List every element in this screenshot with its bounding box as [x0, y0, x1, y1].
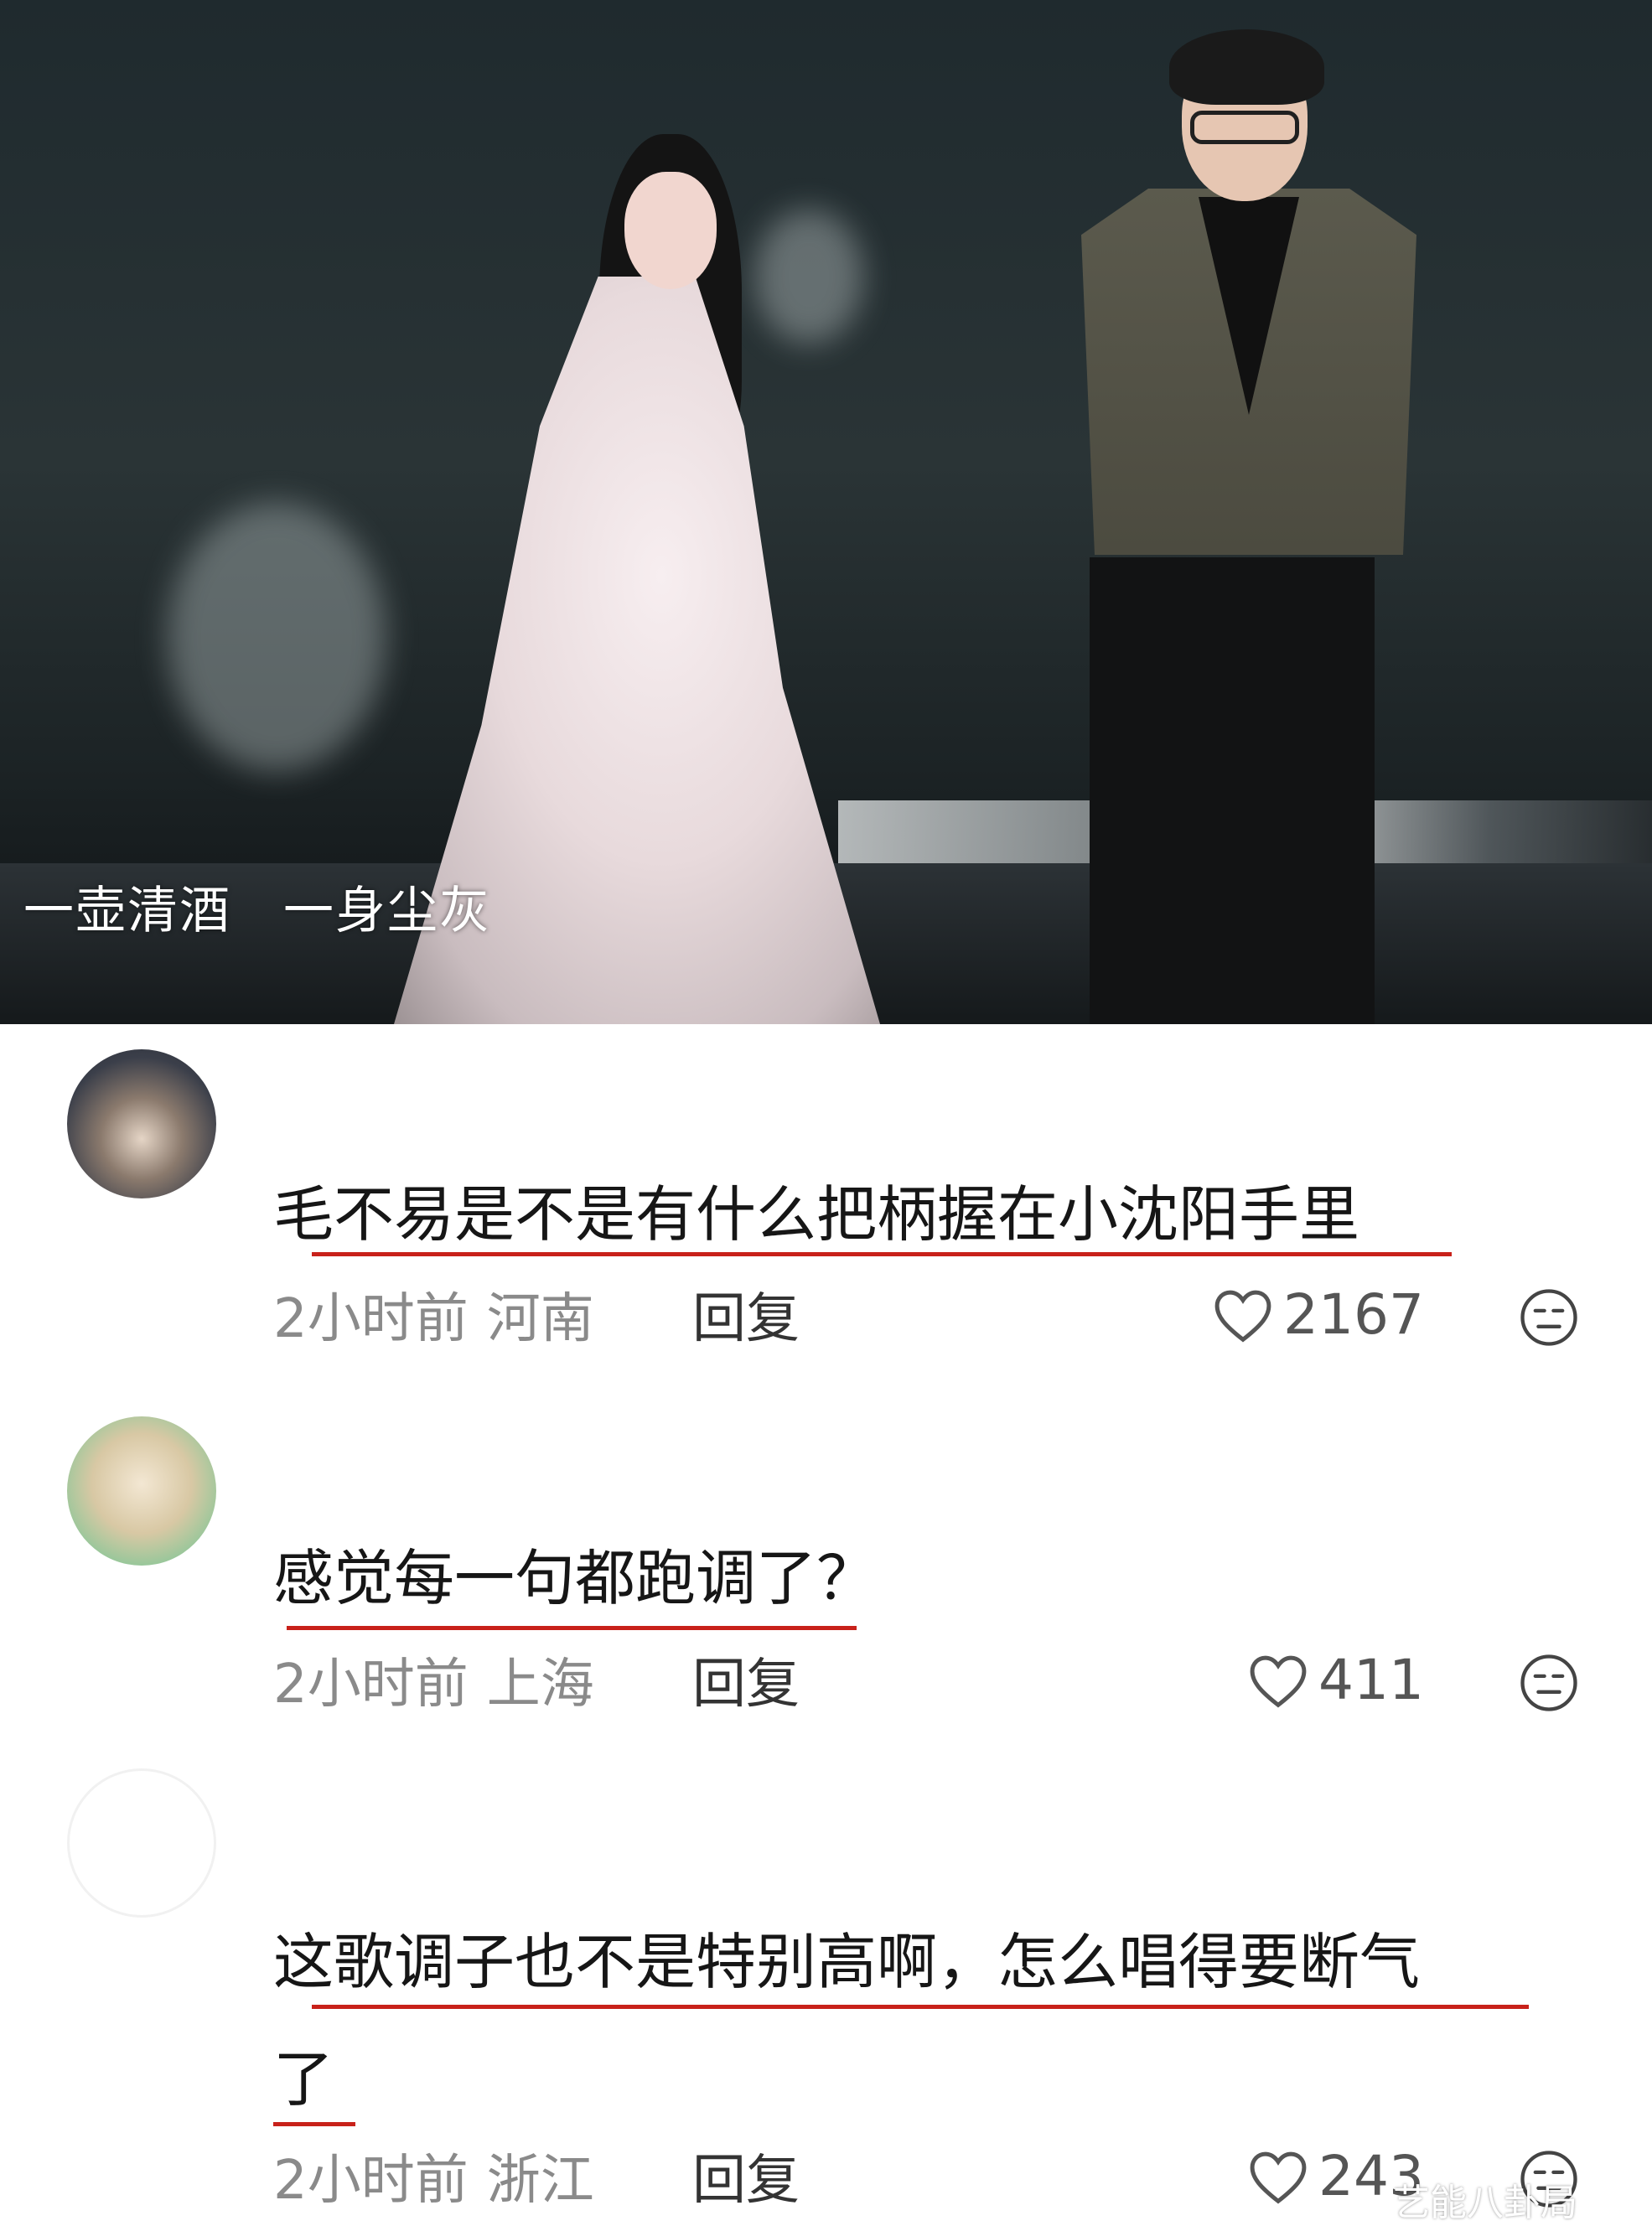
- stage-light: [754, 210, 863, 344]
- comment-meta: 2小时前 浙江: [273, 2137, 594, 2214]
- comment-location: 上海: [486, 1654, 594, 1716]
- dislike-face-icon[interactable]: [1519, 1653, 1579, 1713]
- singer-right-glasses: [1190, 111, 1299, 144]
- avatar[interactable]: [67, 1768, 216, 1918]
- comment-time: 2小时前: [273, 2150, 469, 2212]
- underline-annotation: [273, 2122, 355, 2126]
- singer-left-face: [624, 172, 717, 289]
- video-frame[interactable]: 一壶清酒 一身尘灰: [0, 0, 1652, 1024]
- video-subtitle: 一壶清酒 一身尘灰: [23, 882, 491, 940]
- comment-text: 毛不易是不是有什么把柄握在小沈阳手里: [273, 1179, 1360, 1250]
- comment-text-line-2: 了: [273, 2044, 334, 2115]
- reply-button[interactable]: 回复: [692, 1641, 800, 1718]
- heart-icon: [1214, 1290, 1271, 1343]
- comment-item: 感觉每一句都跑调了？ 2小时前 上海 回复 411: [0, 1410, 1652, 1753]
- comment-time: 2小时前: [273, 1288, 469, 1350]
- watermark: 艺能八卦局: [1393, 2182, 1577, 2224]
- like-count: 411: [1318, 1648, 1424, 1712]
- stage-light: [168, 503, 386, 771]
- like-button[interactable]: 411: [1246, 1648, 1424, 1712]
- comment-location: 河南: [486, 1288, 594, 1350]
- heart-icon: [1250, 2151, 1307, 2204]
- underline-annotation: [312, 1252, 1452, 1256]
- comment-meta: 2小时前 河南: [273, 1276, 594, 1353]
- reply-button[interactable]: 回复: [692, 2137, 800, 2214]
- comment-location: 浙江: [486, 2150, 594, 2212]
- comment-meta: 2小时前 上海: [273, 1641, 594, 1718]
- singer-right-pants: [1090, 557, 1375, 1024]
- singer-right-hair: [1169, 29, 1324, 105]
- avatar[interactable]: [67, 1416, 216, 1566]
- comment-item: 毛不易是不是有什么把柄握在小沈阳手里 2小时前 河南 回复 2167: [0, 1024, 1652, 1410]
- dislike-face-icon[interactable]: [1519, 1287, 1579, 1348]
- underline-annotation: [287, 1626, 857, 1630]
- reply-button[interactable]: 回复: [692, 1276, 800, 1353]
- comment-item: 这歌调子也不是特别高啊，怎么唱得要断气 了 2小时前 浙江 回复 243: [0, 1753, 1652, 2220]
- like-button[interactable]: 2167: [1211, 1282, 1424, 1347]
- comment-text: 感觉每一句都跑调了？: [273, 1543, 878, 1613]
- comment-text-line-1: 这歌调子也不是特别高啊，怎么唱得要断气: [273, 1927, 1421, 1997]
- like-count: 2167: [1283, 1282, 1424, 1347]
- comment-time: 2小时前: [273, 1654, 469, 1716]
- avatar[interactable]: [67, 1049, 216, 1198]
- heart-icon: [1250, 1655, 1307, 1708]
- underline-annotation: [312, 2005, 1529, 2009]
